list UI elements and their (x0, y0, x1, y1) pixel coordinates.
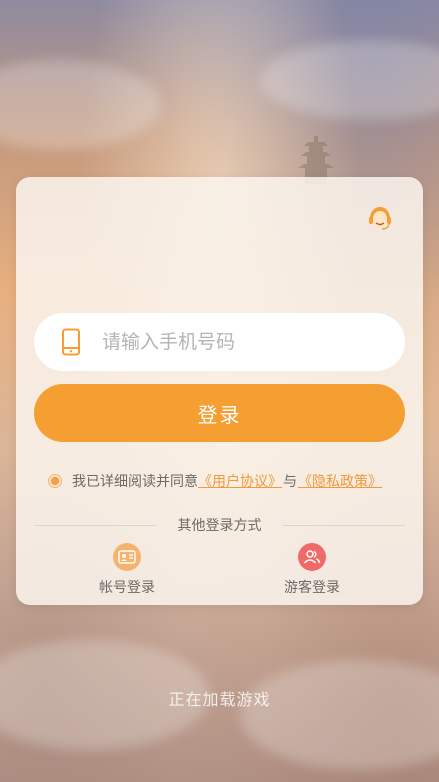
privacy-policy-link[interactable]: 《隐私政策》 (298, 471, 382, 491)
agreement-checkbox[interactable] (48, 474, 62, 488)
game-login-screen: 登录 我已详细阅读并同意 《用户协议》 与 《隐私政策》 其他登录方式 (0, 0, 439, 782)
users-icon (298, 543, 326, 571)
user-agreement-link[interactable]: 《用户协议》 (198, 471, 282, 491)
background-cloud (0, 60, 160, 150)
agreement-conjunction: 与 (283, 474, 297, 490)
account-login-option[interactable]: 帐号登录 (77, 543, 177, 597)
guest-login-label: 游客登录 (284, 580, 340, 596)
customer-service-icon[interactable] (367, 205, 393, 233)
agreement-prefix: 我已详细阅读并同意 (72, 474, 198, 490)
id-card-icon (113, 543, 141, 571)
guest-login-option[interactable]: 游客登录 (262, 543, 362, 597)
agreement-row: 我已详细阅读并同意 《用户协议》 与 《隐私政策》 (48, 471, 382, 491)
other-login-divider: 其他登录方式 (34, 515, 405, 535)
login-button[interactable]: 登录 (34, 384, 405, 442)
loading-status-text: 正在加载游戏 (168, 690, 271, 709)
login-card: 登录 我已详细阅读并同意 《用户协议》 与 《隐私政策》 其他登录方式 (16, 177, 423, 605)
background-cloud (240, 660, 439, 770)
phone-number-input[interactable] (100, 330, 364, 354)
mobile-phone-icon (62, 328, 80, 356)
phone-number-field[interactable] (34, 313, 405, 371)
account-login-label: 帐号登录 (99, 580, 155, 596)
divider-line-right (283, 525, 405, 526)
background-cloud (260, 40, 439, 120)
